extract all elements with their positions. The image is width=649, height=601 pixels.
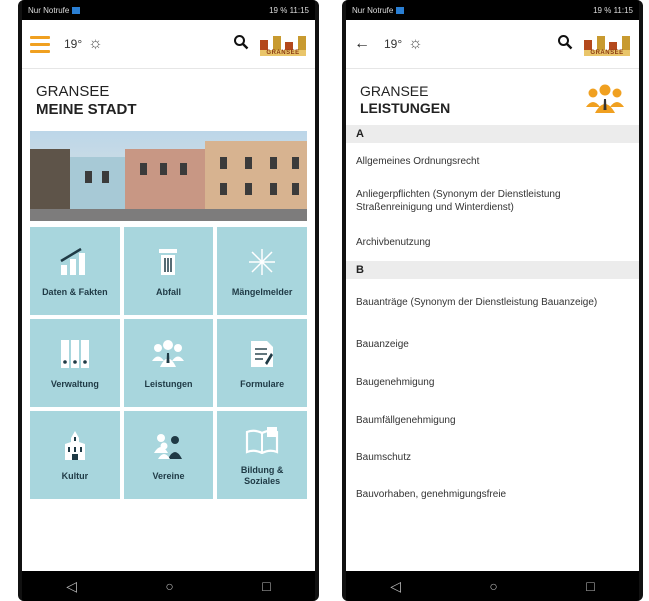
tile-maengelmelder[interactable]: Mängelmelder xyxy=(217,227,307,315)
tile-abfall[interactable]: Abfall xyxy=(123,227,214,315)
phone-services: Nur Notrufe 19 % 11:15 ← 19° ☼ GRANSEE G… xyxy=(342,0,643,601)
app-header: ← 19° ☼ GRANSEE xyxy=(346,20,639,69)
back-nav-icon[interactable]: ◁ xyxy=(66,578,77,595)
club-people-icon xyxy=(151,429,185,463)
sun-icon: ☼ xyxy=(88,35,103,52)
list-item[interactable]: Allgemeines Ordnungsrecht xyxy=(346,143,639,179)
tile-bildung-soziales[interactable]: Bildung & Soziales xyxy=(217,411,307,499)
sun-icon: ☼ xyxy=(408,35,423,52)
system-nav-bar: ◁ ○ □ xyxy=(346,571,639,601)
tile-vereine[interactable]: Vereine xyxy=(123,411,214,499)
tile-label: Abfall xyxy=(155,286,181,297)
list-item[interactable]: Archivbenutzung xyxy=(346,223,639,261)
tile-verwaltung[interactable]: Verwaltung xyxy=(30,319,120,407)
page-title: GRANSEE MEINE STADT xyxy=(22,69,315,119)
services-screen: Nur Notrufe 19 % 11:15 ← 19° ☼ GRANSEE G… xyxy=(346,0,639,601)
city-logo[interactable]: GRANSEE xyxy=(259,32,307,56)
town-photo xyxy=(30,131,307,221)
tile-label: Vereine xyxy=(152,470,185,481)
city-logo[interactable]: GRANSEE xyxy=(583,32,631,56)
tile-label: Formulare xyxy=(240,378,285,389)
page-title: GRANSEE LEISTUNGEN xyxy=(360,83,585,117)
tile-grid: Daten & Fakten Abfall Mängelmelder Verwa… xyxy=(30,227,307,499)
list-item[interactable]: Anliegerpflichten (Synonym der Dienstlei… xyxy=(346,179,639,223)
services-list: A Allgemeines Ordnungsrecht Anliegerpfli… xyxy=(346,125,639,513)
tile-kultur[interactable]: Kultur xyxy=(30,411,120,499)
list-item[interactable]: Baugenehmigung xyxy=(346,363,639,401)
status-right: 19 % 11:15 xyxy=(269,5,309,15)
section-letter-b: B xyxy=(346,261,639,279)
title-line-1: GRANSEE xyxy=(36,83,110,100)
notification-icon xyxy=(396,6,405,14)
system-nav-bar: ◁ ○ □ xyxy=(22,571,315,601)
title-line-2: MEINE STADT xyxy=(36,101,137,118)
title-line-1: GRANSEE xyxy=(360,83,429,99)
back-arrow-icon[interactable]: ← xyxy=(354,35,370,53)
home-nav-icon[interactable]: ○ xyxy=(489,578,497,594)
tile-label: Daten & Fakten xyxy=(42,286,108,297)
church-icon xyxy=(63,429,87,463)
list-item[interactable]: Baumfällgenehmigung xyxy=(346,401,639,439)
carrier-text: Nur Notrufe xyxy=(352,5,394,15)
tile-label: Bildung & Soziales xyxy=(240,465,284,486)
status-bar: Nur Notrufe 19 % 11:15 xyxy=(346,0,639,20)
tile-label: Leistungen xyxy=(144,378,193,389)
tile-formulare[interactable]: Formulare xyxy=(217,319,307,407)
status-right: 19 % 11:15 xyxy=(593,5,633,15)
services-header: GRANSEE LEISTUNGEN xyxy=(346,69,639,125)
list-item[interactable]: Bauvorhaben, genehmigungsfreie xyxy=(346,475,639,513)
tile-daten-fakten[interactable]: Daten & Fakten xyxy=(30,227,120,315)
form-document-icon xyxy=(249,337,275,371)
list-item[interactable]: Bauanträge (Synonym der Dienstleistung B… xyxy=(346,279,639,325)
back-nav-icon[interactable]: ◁ xyxy=(390,578,401,595)
home-nav-icon[interactable]: ○ xyxy=(165,578,173,594)
status-bar: Nur Notrufe 19 % 11:15 xyxy=(22,0,315,20)
notification-icon xyxy=(72,6,81,14)
tile-label: Verwaltung xyxy=(50,378,99,389)
sparkle-icon xyxy=(247,245,277,279)
section-letter-a: A xyxy=(346,125,639,143)
tile-label: Kultur xyxy=(61,470,89,481)
search-icon[interactable] xyxy=(233,34,249,55)
recents-nav-icon[interactable]: □ xyxy=(586,578,594,594)
list-item[interactable]: Bauanzeige xyxy=(346,325,639,363)
binders-icon xyxy=(59,337,91,371)
menu-icon[interactable] xyxy=(30,35,50,53)
recents-nav-icon[interactable]: □ xyxy=(262,578,270,594)
trash-bin-icon xyxy=(157,245,179,279)
search-icon[interactable] xyxy=(557,34,573,55)
stats-chart-icon xyxy=(59,245,91,279)
phone-home: Nur Notrufe 19 % 11:15 19° ☼ GRANSEE GRA… xyxy=(18,0,319,601)
title-line-2: LEISTUNGEN xyxy=(360,100,451,116)
tile-label: Mängelmelder xyxy=(231,286,293,297)
temperature: 19° xyxy=(384,37,403,51)
app-header: 19° ☼ GRANSEE xyxy=(22,20,315,69)
people-group-icon xyxy=(151,337,185,371)
open-book-icon xyxy=(245,423,279,457)
list-item[interactable]: Baumschutz xyxy=(346,439,639,475)
people-group-icon xyxy=(585,83,625,113)
carrier-text: Nur Notrufe xyxy=(28,5,70,15)
tile-leistungen[interactable]: Leistungen xyxy=(123,319,214,407)
temperature: 19° xyxy=(64,37,83,51)
home-screen: Nur Notrufe 19 % 11:15 19° ☼ GRANSEE GRA… xyxy=(22,0,315,601)
